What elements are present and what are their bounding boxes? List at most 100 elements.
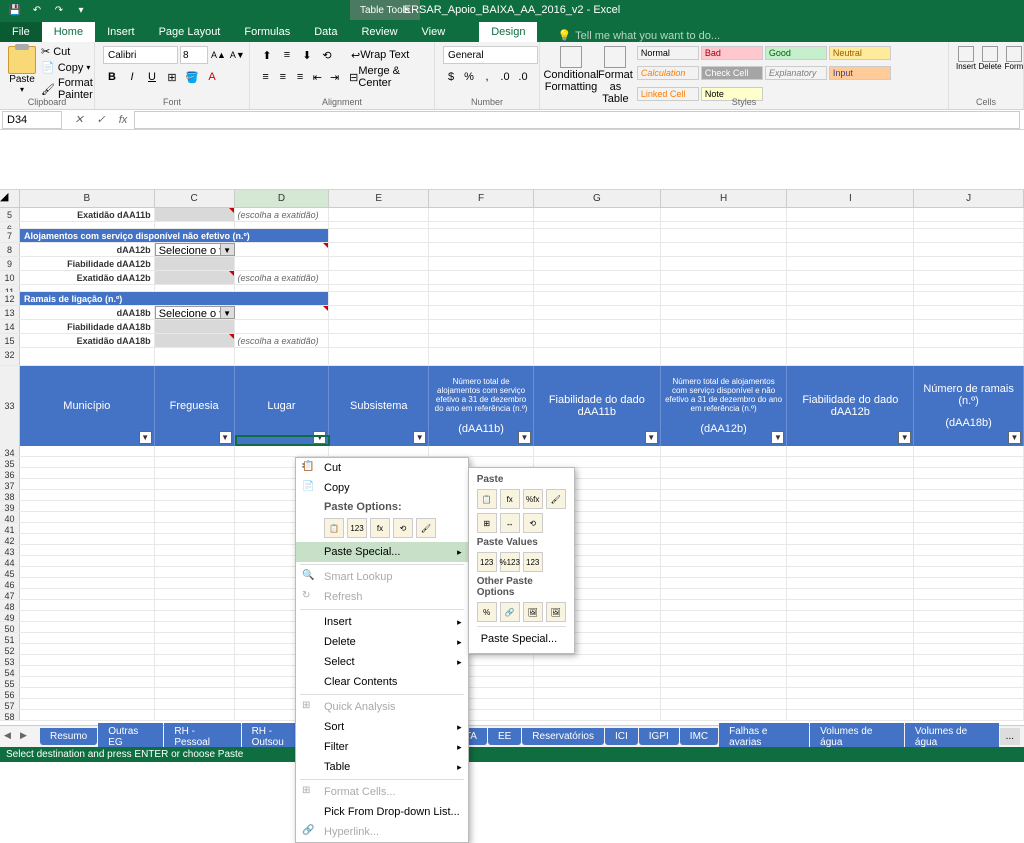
cell[interactable] [787,567,914,577]
cell[interactable] [20,655,155,665]
cell[interactable] [787,677,914,687]
align-left-icon[interactable]: ≡ [258,68,273,86]
style-calculation[interactable]: Calculation [637,66,699,80]
table-header[interactable]: Município▼ [20,366,155,446]
cell[interactable] [661,446,788,456]
cell[interactable] [661,534,788,544]
filter-button[interactable]: ▼ [219,431,232,444]
col-header-f[interactable]: F [429,190,534,207]
cell[interactable] [155,523,235,533]
cell[interactable] [914,611,1024,621]
cell[interactable] [155,468,235,478]
border-button[interactable]: ⊞ [163,68,181,86]
cell[interactable] [429,446,534,456]
align-right-icon[interactable]: ≡ [292,68,307,86]
cancel-formula-icon[interactable]: ✕ [70,111,88,129]
cell[interactable] [20,457,155,467]
col-header-j[interactable]: J [914,190,1024,207]
tab-pagelayout[interactable]: Page Layout [147,22,233,42]
row-header[interactable]: 33 [0,366,20,446]
row-header[interactable]: 52 [0,644,20,654]
delete-cells-button[interactable]: Delete [979,44,1001,73]
cell[interactable] [914,633,1024,643]
paste-opt-values[interactable]: 123 [477,552,497,572]
cell[interactable] [534,457,661,467]
cell[interactable] [20,710,155,720]
row-header[interactable]: 10 [0,271,20,284]
row-header[interactable]: 57 [0,699,20,709]
paste-opt-all[interactable]: 📋 [477,489,497,509]
cell[interactable] [787,688,914,698]
style-neutral[interactable]: Neutral [829,46,891,60]
sheet-tab[interactable]: Reservatórios [522,728,604,745]
row-header[interactable]: 53 [0,655,20,665]
row-header[interactable]: 32 [0,348,20,365]
cell[interactable] [661,688,788,698]
tab-insert[interactable]: Insert [95,22,147,42]
col-header-d[interactable]: D [235,190,330,207]
sheet-tab[interactable]: IGPI [639,728,679,745]
paste-opt-formulas-num[interactable]: %fx [523,489,543,509]
filter-button[interactable]: ▼ [898,431,911,444]
cell[interactable] [914,644,1024,654]
cell-label[interactable]: Exatidão dAA11b [20,208,155,221]
cell[interactable] [155,688,235,698]
cell[interactable] [155,666,235,676]
tell-me-search[interactable]: 💡Tell me what you want to do... [557,29,720,42]
cell[interactable] [661,578,788,588]
cell[interactable] [155,633,235,643]
cell[interactable] [914,457,1024,467]
style-explanatory[interactable]: Explanatory ... [765,66,827,80]
cell[interactable] [661,501,788,511]
cell[interactable] [787,611,914,621]
row-header[interactable]: 6 [0,222,20,228]
increase-font-icon[interactable]: A▲ [210,46,227,64]
style-bad[interactable]: Bad [701,46,763,60]
cell[interactable] [20,600,155,610]
cell[interactable] [534,446,661,456]
cell[interactable] [661,611,788,621]
cell[interactable] [914,677,1024,687]
cell[interactable] [787,446,914,456]
col-header-b[interactable]: B [20,190,155,207]
paste-option-values[interactable]: 123 [347,518,367,538]
cell[interactable] [155,644,235,654]
cell[interactable] [661,655,788,665]
cell-label[interactable]: Exatidão dAA18b [20,334,155,347]
style-normal[interactable]: Normal [637,46,699,60]
row-header[interactable]: 56 [0,688,20,698]
insert-cells-button[interactable]: Insert [955,44,977,73]
cell[interactable] [155,257,235,270]
table-header[interactable]: Fiabilidade do dado dAA12b▼ [787,366,914,446]
paste-opt-formatting[interactable]: % [477,602,497,622]
sheet-tab[interactable]: ICI [605,728,638,745]
table-header[interactable]: Freguesia▼ [155,366,235,446]
cell[interactable] [914,468,1024,478]
filter-button[interactable]: ▼ [771,431,784,444]
select-all-corner[interactable]: ◢ [0,190,20,207]
col-header-c[interactable]: C [155,190,235,207]
cell[interactable] [787,534,914,544]
cell-label[interactable]: dAA12b [20,243,155,256]
cell[interactable]: (escolha a exatidão) [235,334,330,347]
row-header[interactable]: 7 [0,229,20,242]
cell[interactable] [155,611,235,621]
cell-label[interactable]: Fiabilidade dAA12b [20,257,155,270]
row-header[interactable]: 54 [0,666,20,676]
cell[interactable] [914,710,1024,720]
cell[interactable] [661,600,788,610]
save-icon[interactable]: 💾 [6,1,24,19]
cell[interactable] [155,501,235,511]
cell[interactable] [155,271,235,284]
cell[interactable] [661,644,788,654]
name-box[interactable] [2,111,62,129]
dropdown-cell[interactable]: Selecione o valor▼ [155,243,235,256]
cell[interactable] [534,699,661,709]
cell[interactable] [20,545,155,555]
align-middle-icon[interactable]: ≡ [278,46,296,64]
row-header[interactable]: 9 [0,257,20,270]
wrap-text-button[interactable]: ↩Wrap Text [346,46,414,64]
align-top-icon[interactable]: ⬆ [258,46,276,64]
cell[interactable] [661,479,788,489]
cell[interactable] [914,490,1024,500]
